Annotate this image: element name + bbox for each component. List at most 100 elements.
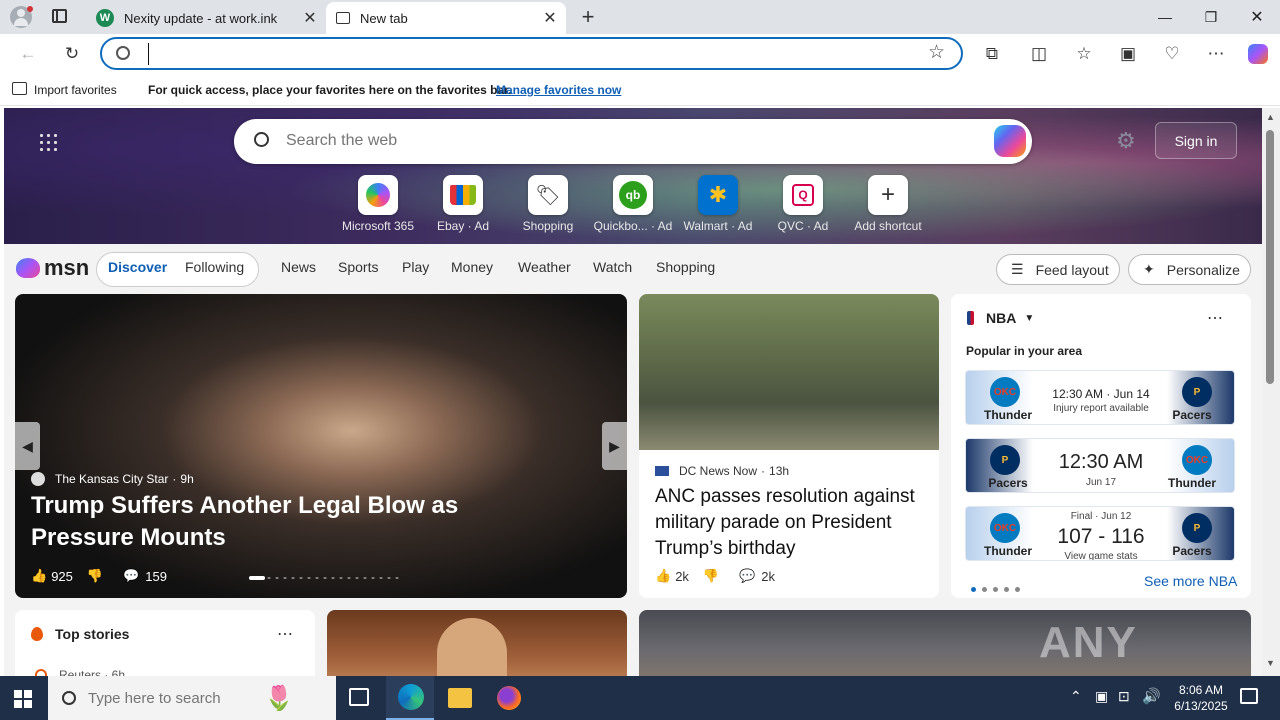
nav-news[interactable]: News [281,259,316,275]
nav-watch[interactable]: Watch [593,259,632,275]
split-screen-icon[interactable]: ◫ [1025,42,1053,66]
network-icon[interactable]: ▣ [1095,688,1108,705]
manage-favorites-link[interactable]: Manage favorites now [496,83,621,97]
apps-grid-icon[interactable] [38,132,58,152]
favorite-star-icon[interactable]: ☆ [928,41,945,64]
address-input[interactable] [148,43,908,65]
nba-page-dots [971,579,1026,597]
shortcut-walmart[interactable]: ✱ Walmart · Ad [673,175,763,233]
next-arrow-button[interactable]: ▶ [602,422,627,470]
title-bar: W Nexity update - at work.ink ✕ New tab … [0,0,1280,34]
profile-avatar-icon[interactable] [10,6,33,28]
shortcut-ebay[interactable]: Ebay · Ad [418,175,508,233]
nav-weather[interactable]: Weather [518,259,571,275]
favorites-icon[interactable]: ☆ [1070,42,1098,66]
nba-subtitle: Popular in your area [966,344,1083,358]
comment-icon[interactable]: 💬 [123,568,139,584]
see-more-nba-link[interactable]: See more NBA [1144,573,1237,589]
back-icon[interactable]: ← [14,42,42,66]
new-tab-button[interactable]: + [576,4,600,30]
story-card[interactable] [327,610,627,676]
second-story-card[interactable]: DC News Now · 13h ANC passes resolution … [639,294,939,598]
msn-logo[interactable]: msn [16,254,89,282]
settings-gear-icon[interactable]: ⚙ [1116,128,1136,154]
browser-essentials-icon[interactable]: ♡ [1158,42,1186,66]
minimize-button[interactable]: — [1142,0,1188,34]
game-row[interactable]: OKC P Final · Jun 12 107 - 116 View game… [965,506,1235,561]
tab-actions-icon[interactable] [52,9,67,23]
thunder-logo-icon: OKC [990,513,1020,543]
task-view-icon[interactable] [349,688,369,706]
story-card[interactable]: ANY RUN [639,610,1251,676]
shortcut-shopping[interactable]: 🏷 Shopping [503,175,593,233]
more-menu-icon[interactable]: ⋯ [1202,42,1230,66]
web-search-input[interactable] [286,129,926,153]
like-icon[interactable]: 👍 [31,568,47,584]
story-image [437,618,507,676]
shortcut-qvc[interactable]: Q QVC · Ad [758,175,848,233]
close-tab-icon[interactable]: ✕ [540,8,560,28]
address-bar[interactable]: ☆ [100,37,963,70]
page-scrollbar[interactable]: ▲ ▼ [1262,108,1280,676]
taskbar-search-box[interactable]: 🌷 [48,676,336,720]
show-hidden-icons[interactable]: ⌃ [1070,688,1082,705]
scroll-thumb[interactable] [1266,130,1274,384]
close-tab-icon[interactable]: ✕ [300,8,320,28]
view-game-stats[interactable]: View game stats [1036,551,1166,560]
windows-start-icon[interactable] [14,690,32,708]
scroll-up-icon[interactable]: ▲ [1266,112,1275,122]
prev-arrow-button[interactable]: ◀ [15,422,40,470]
nav-play[interactable]: Play [402,259,429,275]
more-options-icon[interactable]: ⋯ [1207,308,1223,328]
tab-discover[interactable]: Discover [108,259,167,275]
comment-icon[interactable]: 💬 [739,568,755,584]
personalize-button[interactable]: ✦ Personalize [1128,254,1251,285]
tab-nexity[interactable]: W Nexity update - at work.ink ✕ [86,2,326,34]
story-headline[interactable]: Trump Suffers Another Legal Blow as Pres… [31,490,551,554]
volume-icon[interactable]: 🔊 [1142,687,1161,705]
game-row[interactable]: P OKC 12:30 AM Jun 17 Pacers Thunder [965,438,1235,493]
collections-icon[interactable]: ▣ [1114,42,1142,66]
shortcut-microsoft-365[interactable]: Microsoft 365 [333,175,423,233]
close-window-button[interactable]: ✕ [1234,0,1280,34]
taskbar-search-input[interactable] [88,687,258,709]
scroll-down-icon[interactable]: ▼ [1266,658,1275,668]
story-source: DC News Now · 13h [655,464,789,478]
shortcut-quickbooks[interactable]: qb Quickbo... · Ad [588,175,678,233]
publisher-icon [31,472,45,486]
copilot-icon[interactable] [1244,42,1272,66]
notifications-icon[interactable] [1240,688,1258,704]
wifi-icon[interactable]: ⊡ [1118,688,1130,705]
nba-header[interactable]: NBA ▼ [967,310,1034,326]
clock[interactable]: 8:06 AM 6/13/2025 [1170,682,1232,714]
extensions-icon[interactable]: ⧉ [978,42,1006,66]
m365-icon [358,175,398,215]
web-search-box[interactable] [234,119,1032,164]
dislike-icon[interactable]: 👎 [87,568,103,584]
restore-button[interactable]: ❐ [1188,0,1234,34]
dislike-icon[interactable]: 👎 [703,568,719,584]
feed-layout-button[interactable]: ☰ Feed layout [996,254,1120,285]
refresh-icon[interactable]: ↻ [58,42,86,66]
import-favorites-icon[interactable] [12,82,27,95]
copilot-icon[interactable] [994,125,1026,157]
sign-in-button[interactable]: Sign in [1155,122,1237,159]
nav-shopping[interactable]: Shopping [656,259,715,275]
nav-sports[interactable]: Sports [338,259,378,275]
tab-new-tab[interactable]: New tab ✕ [326,2,566,34]
publisher-icon [35,669,47,676]
main-story-card[interactable]: ◀ ▶ The Kansas City Star · 9h Trump Suff… [15,294,627,598]
nav-money[interactable]: Money [451,259,493,275]
file-explorer-icon[interactable] [448,688,472,708]
game-row[interactable]: OKC P 12:30 AM · Jun 14 Injury report av… [965,370,1235,425]
import-favorites-button[interactable]: Import favorites [34,83,117,97]
tab-following[interactable]: Following [185,259,244,275]
like-icon[interactable]: 👍 [655,568,671,584]
story-headline[interactable]: ANC passes resolution against military p… [655,484,927,562]
story-reactions: 👍 925 👎 💬 159 [31,568,167,584]
firefox-icon[interactable] [497,686,521,710]
plus-icon: + [868,175,908,215]
edge-taskbar-icon[interactable] [386,676,434,720]
shortcut-add[interactable]: + Add shortcut [843,175,933,233]
more-options-icon[interactable]: ⋯ [277,624,293,644]
